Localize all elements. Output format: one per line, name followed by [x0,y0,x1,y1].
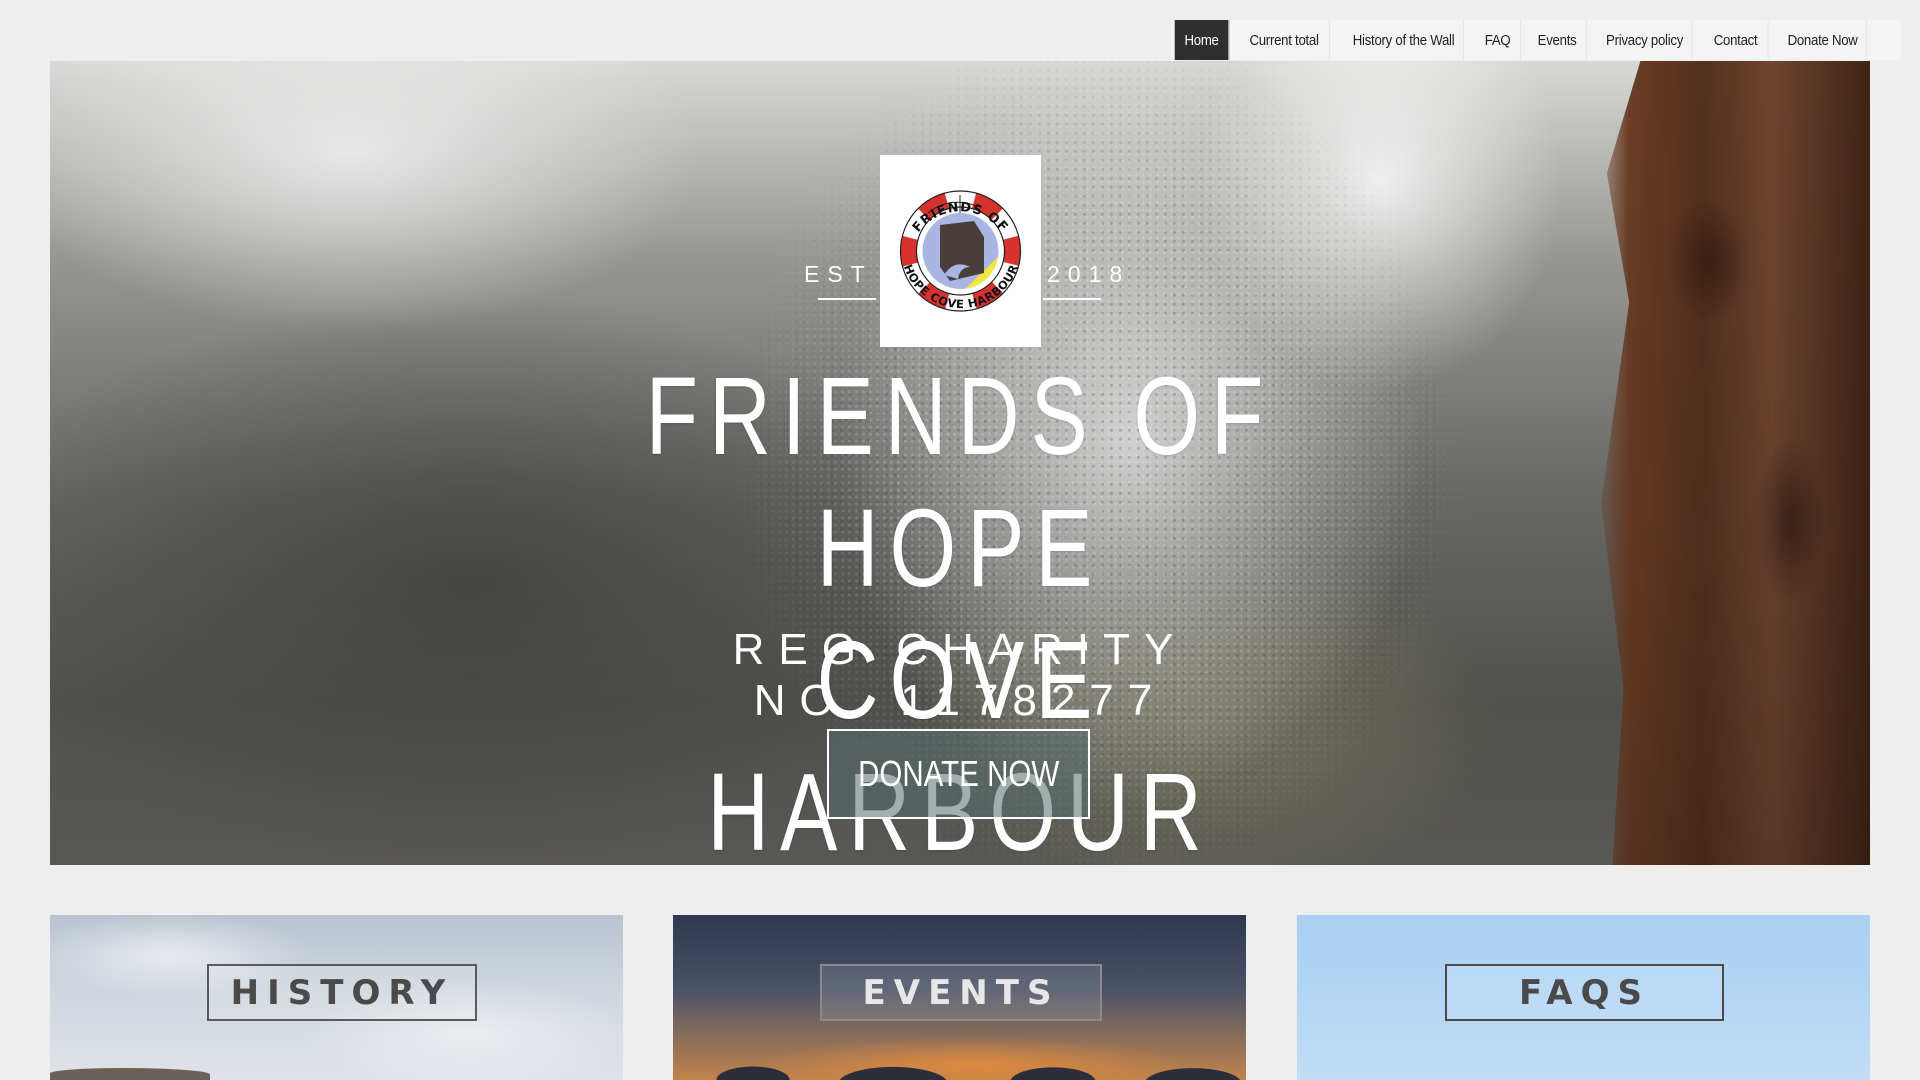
est-divider-left [818,298,876,300]
history-card-label-box[interactable]: HISTORY [207,964,477,1021]
nav-current-total[interactable]: Current total [1239,20,1330,60]
nav-donate-now[interactable]: Donate Now [1779,20,1867,60]
charity-number: REG CHARITY NO. 1178277 [610,624,1310,726]
events-card[interactable]: EVENTS [673,915,1246,1080]
history-card-label: HISTORY [230,972,454,1013]
est-year: 2018 [1047,261,1131,287]
nav-home[interactable]: Home [1174,20,1230,60]
charity-line2: NO. 1178277 [753,676,1167,725]
hero-banner: EST 2018 FRIENDS OF HOPE COVE HARBOUR FR… [50,61,1870,865]
charity-line1: REG CHARITY [732,625,1188,674]
history-card-hill [50,1068,210,1080]
events-card-clouds [673,1040,1246,1080]
est-divider-right [1043,298,1101,300]
faqs-card-label-box[interactable]: FAQS [1445,964,1724,1021]
nav-privacy-policy[interactable]: Privacy policy [1597,20,1693,60]
donate-now-label: DONATE NOW [857,753,1060,794]
events-card-label: EVENTS [862,972,1060,1013]
nav-history-of-the-wall[interactable]: History of the Wall [1344,20,1464,60]
site-title-line1: FRIENDS OF HOPE [645,355,1275,610]
donate-now-button[interactable]: DONATE NOW [827,729,1090,819]
nav-events[interactable]: Events [1528,20,1587,60]
nav-contact[interactable]: Contact [1703,20,1769,60]
main-nav: Home Current total History of the Wall F… [1171,20,1901,60]
charity-logo[interactable]: FRIENDS OF HOPE COVE HARBOUR [880,155,1041,347]
lifebuoy-logo-icon: FRIENDS OF HOPE COVE HARBOUR [899,190,1022,312]
nav-faq[interactable]: FAQ [1475,20,1521,60]
faqs-card[interactable]: FAQS [1297,915,1870,1080]
events-card-label-box[interactable]: EVENTS [820,964,1102,1021]
history-card[interactable]: HISTORY [50,915,623,1080]
est-label: EST [804,261,873,287]
faqs-card-label: FAQS [1518,972,1651,1013]
